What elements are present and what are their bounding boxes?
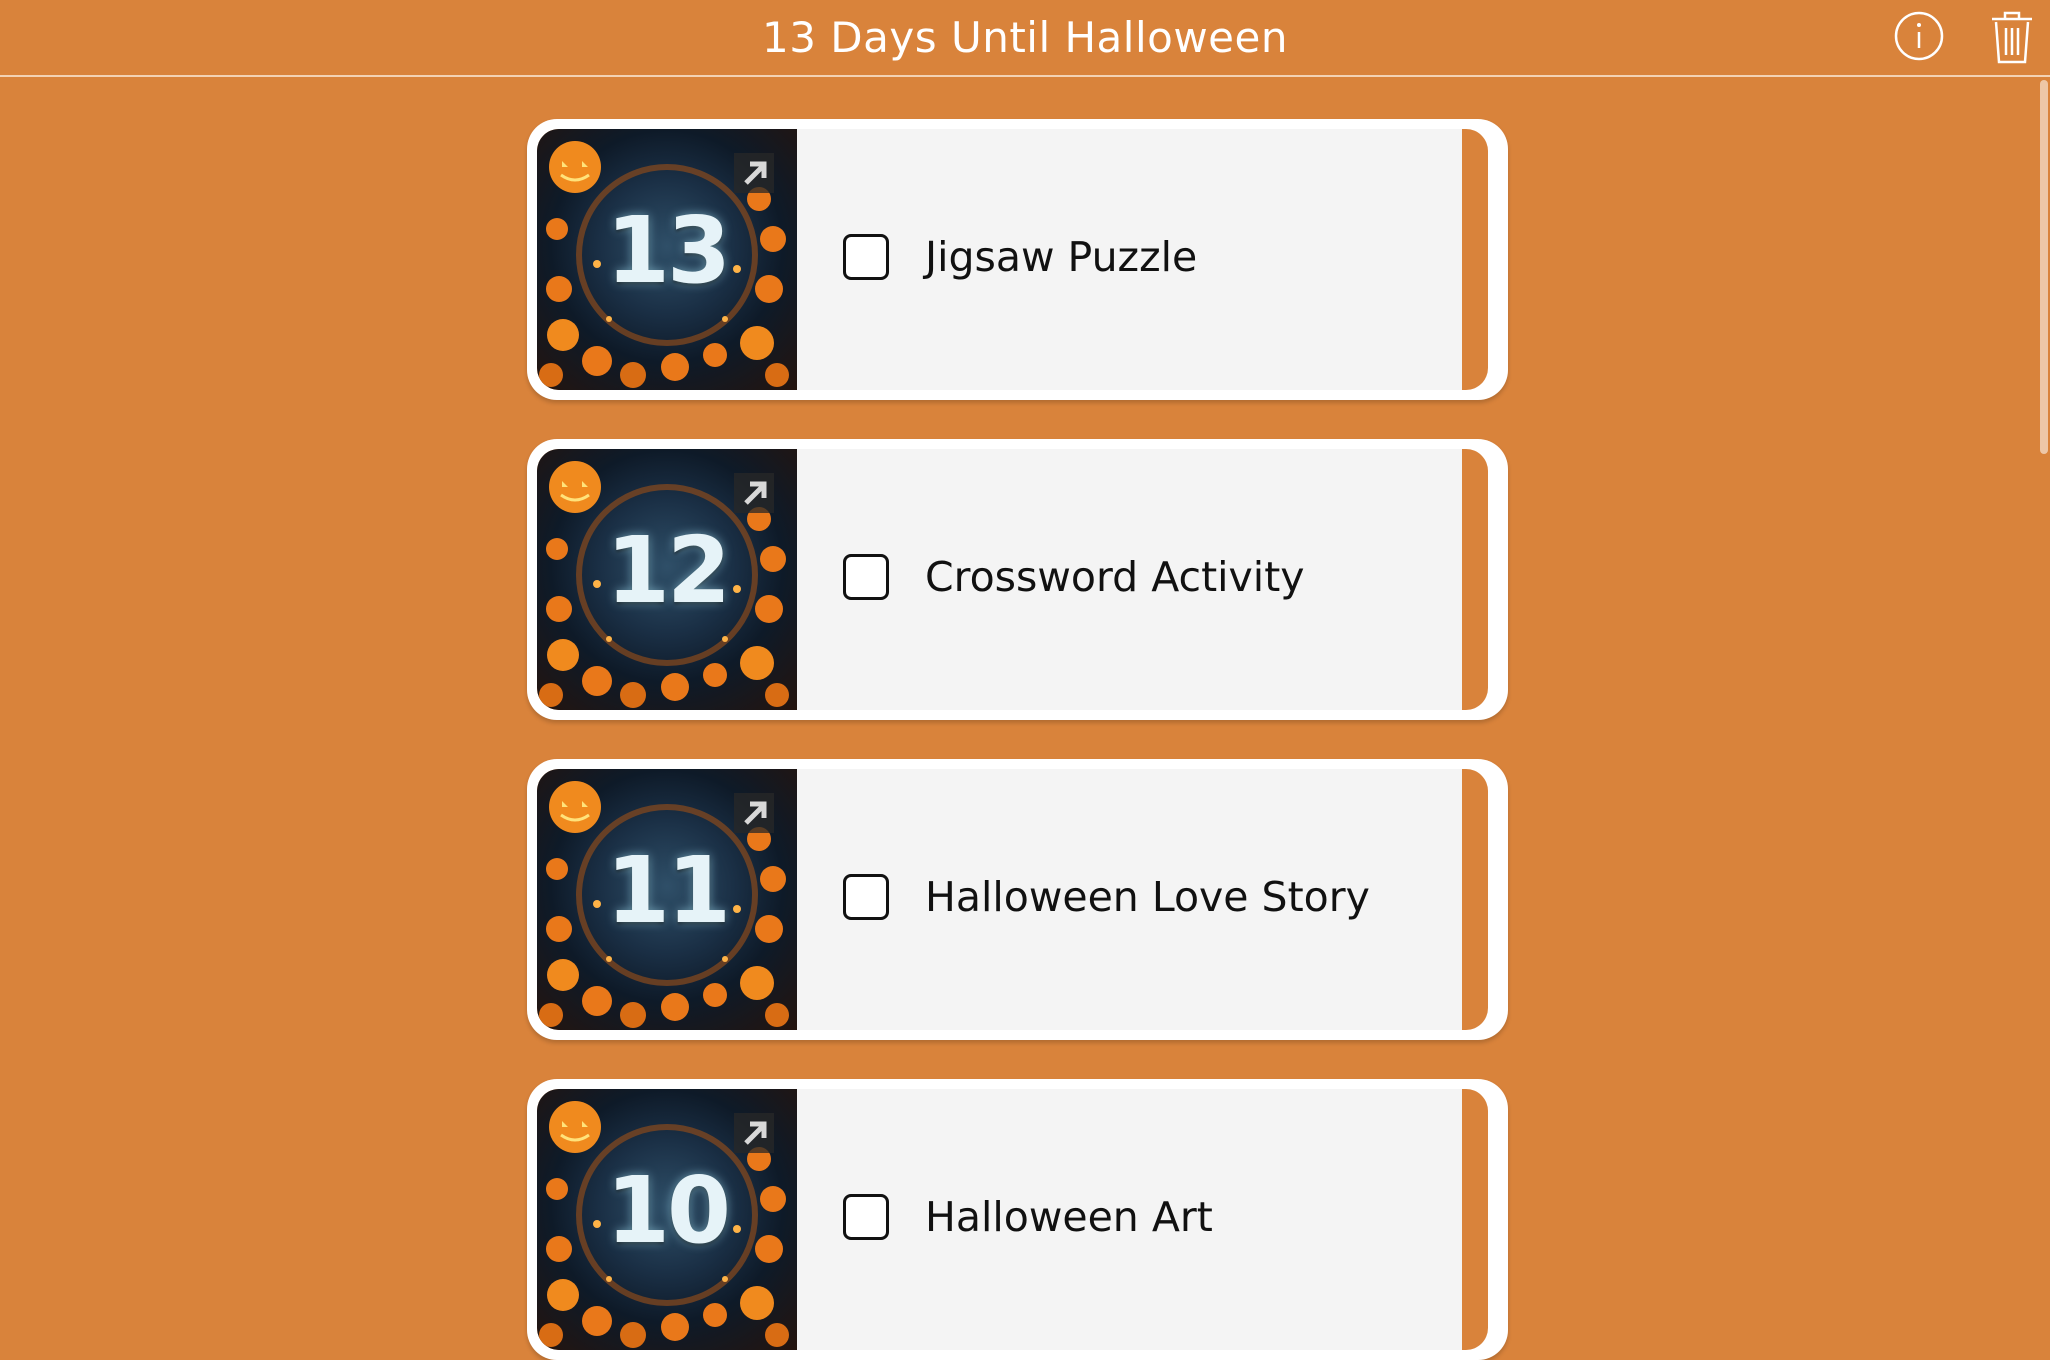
task-label: Crossword Activity	[925, 553, 1305, 601]
task-content: Jigsaw Puzzle	[797, 129, 1462, 390]
task-content: Halloween Love Story	[797, 769, 1462, 1030]
day-number: 10	[605, 1157, 731, 1264]
day-number: 12	[605, 517, 731, 624]
expand-arrow-icon[interactable]	[734, 473, 774, 513]
task-content: Halloween Art	[797, 1089, 1462, 1350]
task-card-day-13[interactable]: 13 Jigsaw Puzzle	[527, 119, 1508, 400]
task-card-day-10[interactable]: 10 Halloween Art	[527, 1079, 1508, 1360]
task-content: Crossword Activity	[797, 449, 1462, 710]
card-body: 13 Jigsaw Puzzle	[537, 129, 1488, 390]
day-number: 13	[605, 197, 731, 304]
task-label: Halloween Art	[925, 1193, 1213, 1241]
task-checkbox[interactable]	[843, 874, 889, 920]
task-list: 13 Jigsaw Puzzle 12 Crossword Activity 1…	[0, 0, 2050, 1360]
day-thumbnail[interactable]: 12	[537, 449, 797, 710]
task-checkbox[interactable]	[843, 1194, 889, 1240]
card-body: 12 Crossword Activity	[537, 449, 1488, 710]
card-body: 11 Halloween Love Story	[537, 769, 1488, 1030]
task-checkbox[interactable]	[843, 554, 889, 600]
task-card-day-11[interactable]: 11 Halloween Love Story	[527, 759, 1508, 1040]
expand-arrow-icon[interactable]	[734, 1113, 774, 1153]
expand-arrow-icon[interactable]	[734, 793, 774, 833]
task-label: Halloween Love Story	[925, 873, 1370, 921]
card-body: 10 Halloween Art	[537, 1089, 1488, 1350]
scrollbar[interactable]	[2036, 80, 2050, 1332]
day-thumbnail[interactable]: 11	[537, 769, 797, 1030]
day-number: 11	[605, 837, 731, 944]
expand-arrow-icon[interactable]	[734, 153, 774, 193]
day-thumbnail[interactable]: 10	[537, 1089, 797, 1350]
task-checkbox[interactable]	[843, 234, 889, 280]
day-thumbnail[interactable]: 13	[537, 129, 797, 390]
task-label: Jigsaw Puzzle	[925, 233, 1198, 281]
scrollbar-thumb[interactable]	[2040, 80, 2048, 454]
task-card-day-12[interactable]: 12 Crossword Activity	[527, 439, 1508, 720]
